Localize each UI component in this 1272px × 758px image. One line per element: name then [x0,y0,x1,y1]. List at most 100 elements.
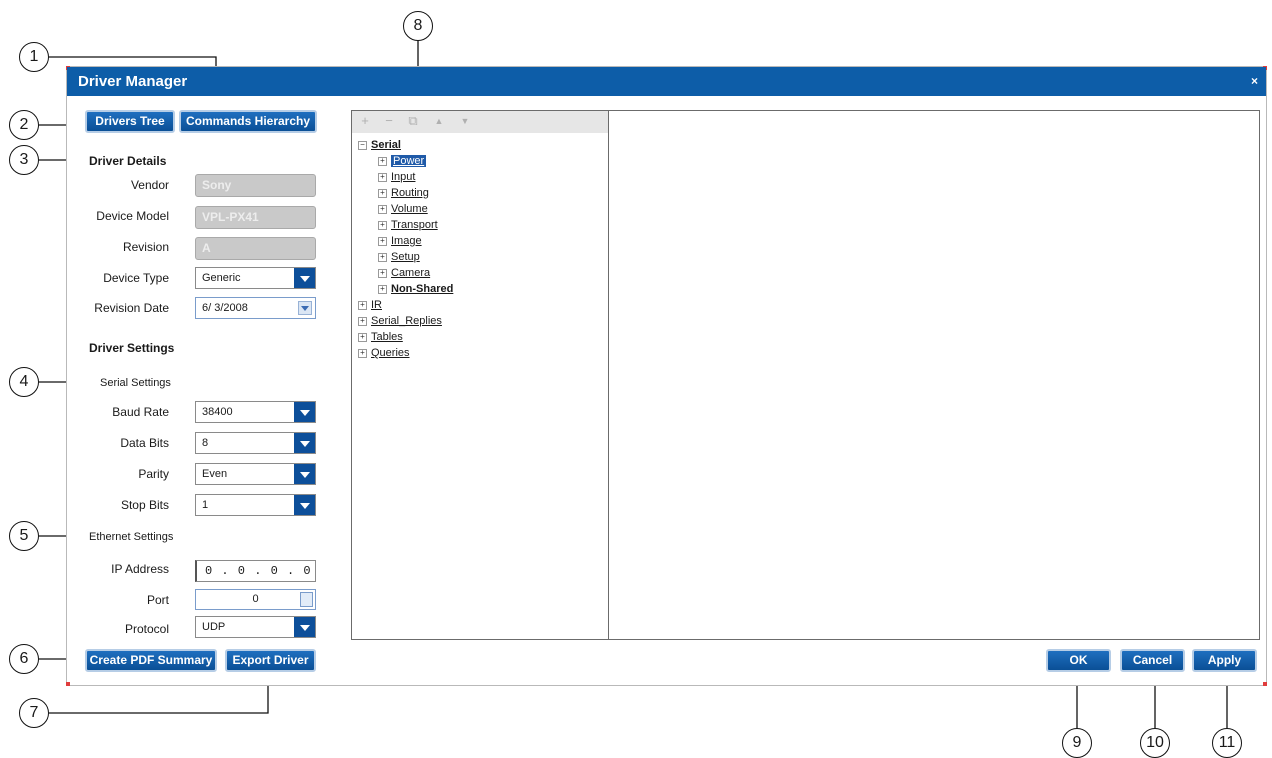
callout-7: 7 [19,698,49,728]
ip-address-label: IP Address [111,562,169,576]
expand-icon[interactable]: + [378,172,387,182]
vendor-field: Sony [195,174,316,197]
stop-bits-select[interactable]: 1 [195,494,316,516]
commands-tree-pane: + − ⧉ ▲ ▼ − Serial + Power + Input + Routing… [352,111,609,639]
dropdown-arrow-icon[interactable] [294,464,315,484]
tree-node-non-shared[interactable]: + Non-Shared [378,282,453,298]
command-editor-pane[interactable] [609,111,1259,639]
tree-node-tables[interactable]: + Tables [358,330,403,346]
driver-details-heading: Driver Details [89,154,167,168]
window-corner-marker [66,682,70,686]
collapse-icon[interactable]: − [358,140,367,150]
cancel-button[interactable]: Cancel [1120,649,1185,672]
add-icon[interactable]: + [358,114,372,128]
vendor-label: Vendor [130,178,169,192]
device-model-field: VPL-PX41 [195,206,316,229]
device-type-value: Generic [202,272,241,284]
drivers-tree-button[interactable]: Drivers Tree [85,110,175,133]
revision-field: A [195,237,316,260]
callout-9: 9 [1062,728,1092,758]
baud-rate-select[interactable]: 38400 [195,401,316,423]
create-pdf-summary-button[interactable]: Create PDF Summary [85,649,217,672]
protocol-value: UDP [202,621,226,633]
baud-rate-value: 38400 [202,406,233,418]
tree-node-volume[interactable]: + Volume [378,202,428,218]
revision-date-value: 6/ 3/2008 [202,302,248,314]
window-title: Driver Manager [78,73,188,90]
device-type-select[interactable]: Generic [195,267,316,289]
expand-icon[interactable]: + [378,204,387,214]
serial-settings-heading: Serial Settings [100,377,171,389]
tree-node-queries[interactable]: + Queries [358,346,410,362]
expand-icon[interactable]: + [378,236,387,246]
data-bits-value: 8 [202,437,209,449]
tree-node-routing[interactable]: + Routing [378,186,429,202]
port-value: 0 [252,593,259,605]
revision-label: Revision [122,240,169,254]
callout-3: 3 [9,145,39,175]
callout-1: 1 [19,42,49,72]
tree-toolbar: + − ⧉ ▲ ▼ [352,111,608,133]
tree-node-camera[interactable]: + Camera [378,266,430,282]
driver-manager-window: Driver Manager × Drivers Tree Commands H… [66,66,1267,686]
callout-2: 2 [9,110,39,140]
stop-bits-value: 1 [202,499,209,511]
expand-icon[interactable]: + [358,316,367,326]
expand-icon[interactable]: + [358,332,367,342]
window-corner-marker [1263,682,1267,686]
tree-node-image[interactable]: + Image [378,234,422,250]
dropdown-arrow-icon[interactable] [294,617,315,637]
tree-node-serial-replies[interactable]: + Serial_Replies [358,314,442,330]
baud-rate-label: Baud Rate [112,405,169,419]
move-down-icon[interactable]: ▼ [458,114,472,128]
tree-node-setup[interactable]: + Setup [378,250,420,266]
ok-button[interactable]: OK [1046,649,1111,672]
protocol-select[interactable]: UDP [195,616,316,638]
tree-node-power[interactable]: + Power [378,154,427,170]
expand-icon[interactable]: + [378,156,387,166]
callout-10: 10 [1140,728,1170,758]
apply-button[interactable]: Apply [1192,649,1257,672]
dropdown-arrow-icon[interactable] [294,433,315,453]
commands-panel: + − ⧉ ▲ ▼ − Serial + Power + Input + Routing… [351,110,1260,640]
dropdown-arrow-icon[interactable] [294,268,315,288]
expand-icon[interactable]: + [378,268,387,278]
commands-hierarchy-button[interactable]: Commands Hierarchy [179,110,317,133]
parity-select[interactable]: Even [195,463,316,485]
expand-icon[interactable]: + [358,300,367,310]
remove-icon[interactable]: − [382,114,396,128]
parity-label: Parity [138,467,169,481]
callout-6: 6 [9,644,39,674]
expand-icon[interactable]: + [378,252,387,262]
device-model-label: Device Model [96,209,169,223]
callout-8: 8 [403,11,433,41]
spinner-arrows-icon[interactable] [300,592,313,607]
dropdown-arrow-icon[interactable] [294,402,315,422]
callout-4: 4 [9,367,39,397]
expand-icon[interactable]: + [358,348,367,358]
stop-bits-label: Stop Bits [120,498,169,512]
window-titlebar[interactable]: Driver Manager [67,67,1266,96]
device-type-label: Device Type [103,271,169,285]
parity-value: Even [202,468,228,480]
tree-node-transport[interactable]: + Transport [378,218,438,234]
expand-icon[interactable]: + [378,220,387,230]
move-up-icon[interactable]: ▲ [432,114,446,128]
ip-address-input[interactable]: 0 . 0 . 0 . 0 [195,560,316,582]
expand-icon[interactable]: + [378,284,387,294]
revision-date-picker[interactable]: 6/ 3/2008 [195,297,316,319]
ethernet-settings-heading: Ethernet Settings [89,531,174,543]
export-driver-button[interactable]: Export Driver [225,649,316,672]
tree-node-serial[interactable]: − Serial [358,138,401,154]
dropdown-arrow-icon[interactable] [294,495,315,515]
chevron-down-icon[interactable] [298,301,312,315]
port-label: Port [146,593,169,607]
close-icon[interactable]: × [1251,67,1258,96]
port-spinner[interactable]: 0 [195,589,316,610]
tree-node-ir[interactable]: + IR [358,298,382,314]
tree-node-input[interactable]: + Input [378,170,415,186]
data-bits-select[interactable]: 8 [195,432,316,454]
copy-icon[interactable]: ⧉ [406,114,420,128]
callout-5: 5 [9,521,39,551]
expand-icon[interactable]: + [378,188,387,198]
